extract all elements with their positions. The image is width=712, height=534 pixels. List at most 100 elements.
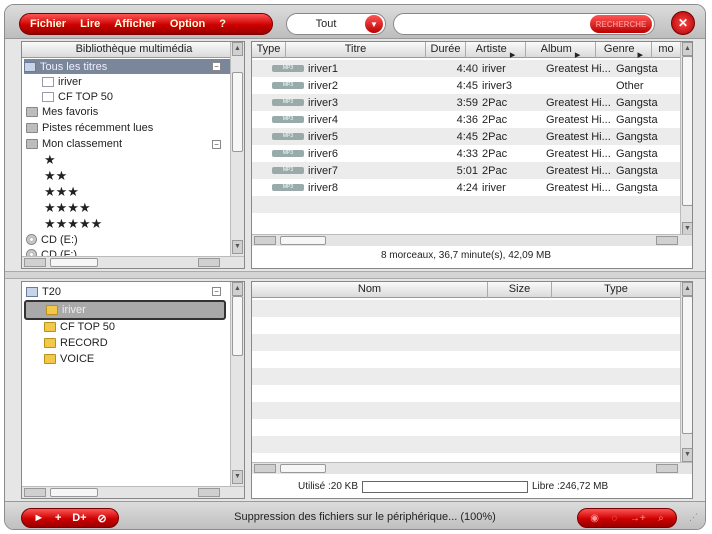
track-artist: 2Pac	[482, 130, 508, 143]
mp3-badge: MP3	[272, 115, 304, 123]
resize-grip-icon[interactable]: ⋰	[689, 512, 701, 526]
type-badge: MP3	[252, 63, 308, 75]
track-artist: 2Pac	[482, 96, 508, 109]
track-artist: iriver	[482, 181, 506, 194]
column-duration[interactable]: Durée	[426, 42, 466, 58]
track-genre: Gangsta	[616, 147, 658, 160]
device-folder-iriver[interactable]: iriver	[24, 300, 226, 320]
column-size[interactable]: Size	[488, 282, 552, 298]
rating-5-stars[interactable]: ★★★★★	[44, 216, 102, 231]
device-folder-record[interactable]: RECORD	[44, 335, 108, 350]
device-root[interactable]: T20	[26, 284, 61, 299]
menu-option[interactable]: Option	[170, 18, 205, 30]
column-name[interactable]: Nom	[252, 282, 488, 298]
track-title: iriver3	[308, 96, 338, 109]
device-folder-cf-top-50[interactable]: CF TOP 50	[44, 319, 115, 334]
device-files-hscroll[interactable]	[252, 462, 692, 474]
library-tree-pane: Bibliothèque multimédia Tous les titres …	[21, 41, 245, 269]
device-controls: ◉ ◌ →+ ⌕	[577, 508, 677, 528]
close-icon[interactable]: ✕	[671, 11, 695, 35]
column-album[interactable]: Album ▸	[526, 42, 596, 58]
track-row[interactable]: MP3 iriver6 4:33 2Pac Greatest Hi... Gangsta	[252, 145, 680, 162]
library-icon	[24, 61, 36, 72]
pane-splitter[interactable]	[5, 271, 705, 279]
library-header: Bibliothèque multimédia	[22, 42, 244, 58]
column-title[interactable]: Titre	[286, 42, 426, 58]
mp3-badge: MP3	[272, 81, 304, 89]
tree-item-ranking[interactable]: Mon classement	[26, 136, 122, 151]
delete-icon[interactable]: ⊘	[97, 512, 106, 525]
tree-item-all-titles[interactable]: Tous les titres	[24, 59, 230, 74]
rating-2-stars[interactable]: ★★	[44, 168, 67, 183]
search-box: RECHERCHE	[393, 13, 655, 35]
track-album: Greatest Hi...	[546, 62, 611, 75]
play-icon[interactable]: ►	[33, 512, 44, 524]
track-genre: Gangsta	[616, 96, 658, 109]
track-album: Greatest Hi...	[546, 147, 611, 160]
transfer-icon[interactable]: →+	[630, 513, 646, 524]
track-artist: iriver3	[482, 79, 512, 92]
rating-1-star[interactable]: ★	[44, 152, 56, 167]
search-button[interactable]: RECHERCHE	[590, 15, 652, 33]
device-folder-voice[interactable]: VOICE	[44, 351, 94, 366]
track-genre: Gangsta	[616, 164, 658, 177]
track-title: iriver1	[308, 62, 338, 75]
track-row[interactable]: MP3 iriver7 5:01 2Pac Greatest Hi... Gangsta	[252, 162, 680, 179]
track-row[interactable]: MP3 iriver2 4:45 iriver3 Other	[252, 77, 680, 94]
column-more[interactable]: mo	[652, 42, 680, 58]
tree-item-favorites[interactable]: Mes favoris	[26, 104, 98, 119]
empty-row	[252, 419, 680, 436]
collapse-icon[interactable]: −	[212, 140, 221, 149]
device-tree-hscroll[interactable]	[22, 486, 244, 498]
track-title: iriver2	[308, 79, 338, 92]
library-hscroll[interactable]	[22, 256, 244, 268]
menu-fichier[interactable]: Fichier	[30, 18, 66, 30]
column-artist[interactable]: Artiste ▸	[466, 42, 526, 58]
sync-icon[interactable]: ◌	[611, 513, 617, 524]
track-row[interactable]: MP3 iriver1 4:40 iriver Greatest Hi... Gangst…	[252, 60, 680, 77]
rating-3-stars[interactable]: ★★★	[44, 184, 79, 199]
menu-help[interactable]: ?	[219, 18, 226, 30]
track-row[interactable]: MP3 iriver3 3:59 2Pac Greatest Hi... Gangsta	[252, 94, 680, 111]
column-type[interactable]: Type	[252, 42, 286, 58]
track-duration: 3:59	[456, 96, 478, 109]
add-icon[interactable]: +	[55, 512, 61, 524]
collapse-icon[interactable]: −	[212, 287, 221, 296]
device-tree-vscroll[interactable]: ▲ ▼	[230, 282, 244, 486]
empty-row	[252, 351, 680, 368]
device-icon	[26, 286, 38, 297]
device-files-vscroll[interactable]: ▲ ▼	[680, 282, 692, 464]
tree-item-recent[interactable]: Pistes récemment lues	[26, 120, 153, 135]
tree-item-cd-e[interactable]: CD (E:)	[26, 232, 78, 247]
track-artist: 2Pac	[482, 147, 508, 160]
library-vscroll[interactable]: ▲ ▼	[230, 42, 244, 256]
record-icon[interactable]: ◉	[590, 513, 599, 524]
empty-row	[252, 436, 680, 453]
rating-4-stars[interactable]: ★★★★	[44, 200, 91, 215]
chevron-down-icon[interactable]: ▼	[365, 15, 383, 33]
playlist-icon	[42, 76, 54, 87]
column-file-type[interactable]: Type	[552, 282, 680, 298]
type-badge: MP3	[252, 97, 308, 109]
tree-item-iriver[interactable]: iriver	[42, 74, 82, 89]
filter-dropdown[interactable]: Tout ▼	[286, 13, 386, 35]
device-search-icon[interactable]: ⌕	[658, 513, 664, 524]
app-window: Fichier Lire Afficher Option ? Tout ▼ RE…	[4, 4, 706, 530]
tree-item-cf-top-50[interactable]: CF TOP 50	[42, 89, 113, 104]
track-row[interactable]: MP3 iriver8 4:24 iriver Greatest Hi... Gangst…	[252, 179, 680, 196]
add-file-icon[interactable]: D+	[72, 512, 86, 524]
track-duration: 4:33	[456, 147, 478, 160]
collapse-icon[interactable]: −	[212, 62, 221, 71]
track-genre: Gangsta	[616, 181, 658, 194]
track-list-hscroll[interactable]	[252, 234, 692, 246]
menu-lire[interactable]: Lire	[80, 18, 100, 30]
menu-afficher[interactable]: Afficher	[114, 18, 156, 30]
column-genre[interactable]: Genre ▸	[596, 42, 652, 58]
track-row[interactable]: MP3 iriver5 4:45 2Pac Greatest Hi... Gangsta	[252, 128, 680, 145]
search-input[interactable]	[404, 17, 584, 31]
track-list-vscroll[interactable]: ▲ ▼	[680, 42, 692, 238]
folder-icon	[26, 106, 38, 117]
track-duration: 5:01	[456, 164, 478, 177]
track-row[interactable]: MP3 iriver4 4:36 2Pac Greatest Hi... Gangsta	[252, 111, 680, 128]
playlist-icon	[42, 91, 54, 102]
